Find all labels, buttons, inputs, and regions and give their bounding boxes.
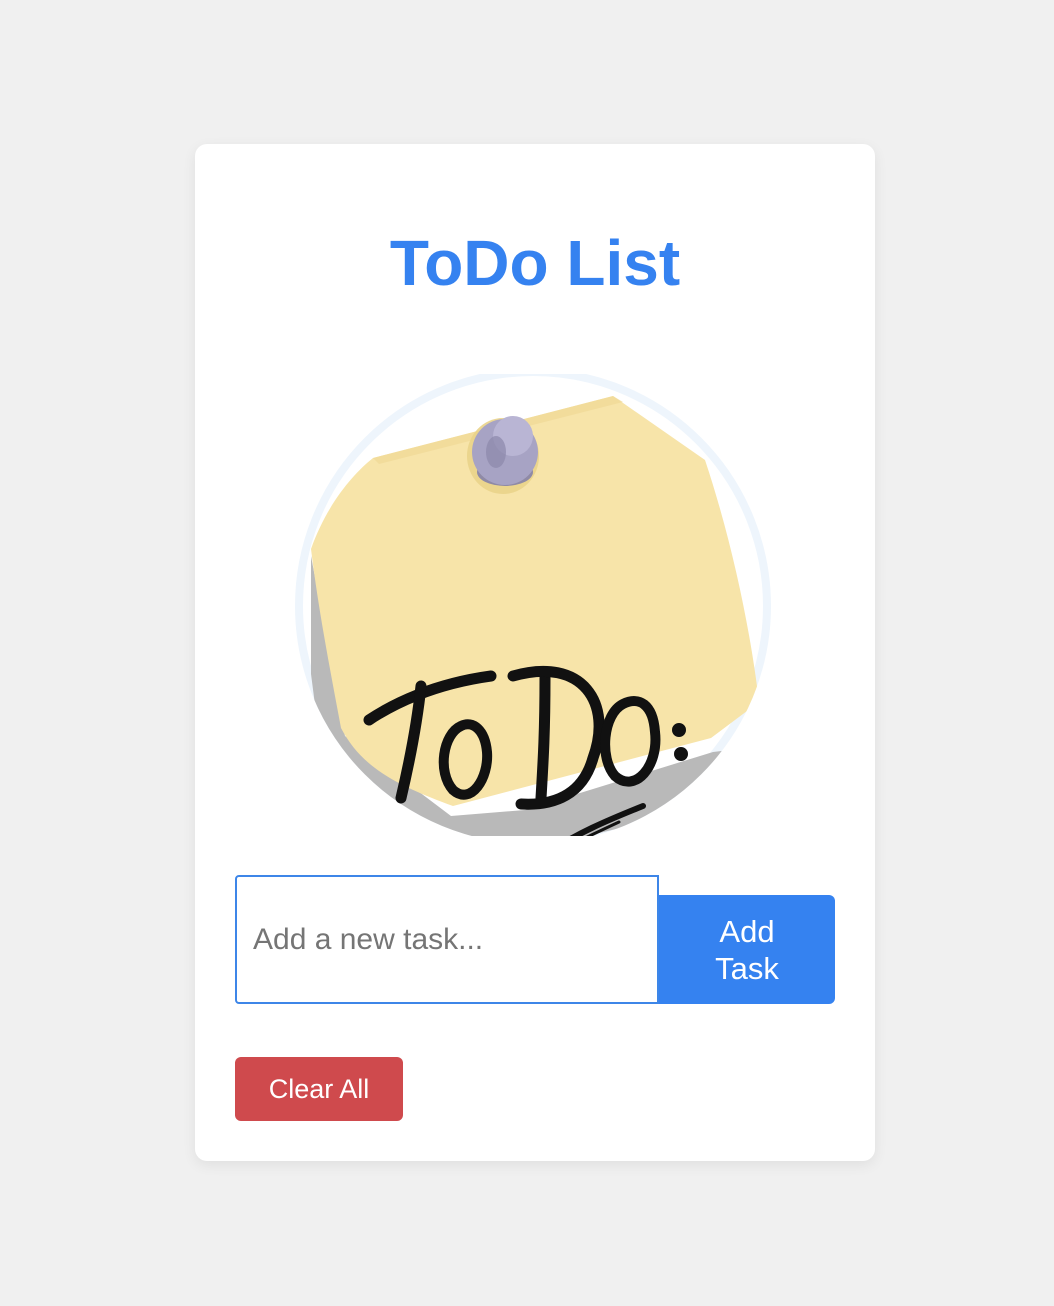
todo-card: ToDo List Add a new task... Add Task Cle… [195, 144, 875, 1161]
clear-all-button[interactable]: Clear All [235, 1057, 403, 1121]
todo-hero-image [293, 374, 777, 836]
add-task-button[interactable]: Add Task [659, 895, 835, 1004]
sticky-note-icon [295, 374, 771, 836]
new-task-input[interactable] [235, 875, 659, 1004]
page-title: ToDo List [389, 227, 681, 299]
